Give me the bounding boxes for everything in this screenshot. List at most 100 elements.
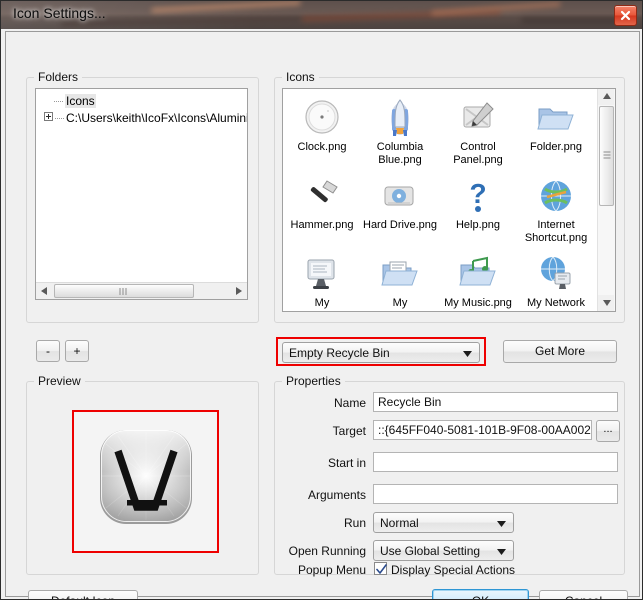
my-music-icon (457, 253, 499, 295)
chevron-down-icon (497, 549, 506, 555)
icon-list-item[interactable]: My Document... (361, 249, 439, 311)
tree-item-label: C:\Users\keith\IcoFx\Icons\Aluminium I (66, 111, 248, 125)
tree-line-icon (54, 101, 63, 102)
clock-icon (301, 97, 343, 139)
tree-horizontal-scrollbar[interactable] (36, 282, 247, 299)
icon-list-item-label: Internet Shortcut.png (524, 219, 588, 244)
icon-list-item-label: Columbia Blue.png (376, 141, 424, 166)
target-field[interactable]: ::{645FF040-5081-101B-9F08-00AA002F95 (373, 420, 592, 440)
icon-list-item-label: My Music.png (444, 297, 512, 309)
icon-list-item[interactable]: ? Help.png (439, 171, 517, 249)
icons-list[interactable]: Clock.png Columbia Blue.png Control Panel.… (282, 88, 616, 312)
remove-folder-button[interactable]: - (36, 340, 60, 362)
display-special-actions-checkbox[interactable] (374, 562, 387, 575)
grip-icon (119, 288, 127, 295)
tree-line-icon (55, 118, 64, 119)
my-computer-icon (301, 253, 343, 295)
triangle-right-glyph (236, 287, 242, 295)
target-label: Target (332, 424, 366, 438)
close-icon[interactable] (614, 5, 637, 26)
special-action-dropdown[interactable]: Empty Recycle Bin (282, 342, 480, 363)
scroll-right-icon[interactable] (231, 283, 247, 299)
chevron-down-icon (497, 521, 506, 527)
icon-list-item[interactable]: My Music.png (439, 249, 517, 311)
tree-item-icons[interactable]: Icons (54, 94, 96, 112)
icons-vertical-scrollbar[interactable] (597, 89, 615, 311)
icon-list-item-label: My Network Places.png (526, 297, 586, 311)
dialog-client-area: Folders Icons C:\Users\keith\IcoFx\Icons… (5, 31, 640, 599)
icon-list-item-label: Hammer.png (290, 219, 354, 231)
start-in-field[interactable] (373, 452, 618, 472)
icon-list-item-label: My Computer.... (292, 297, 352, 311)
my-documents-icon (379, 253, 421, 295)
window-title: Icon Settings... (13, 5, 106, 21)
popup-menu-label: Popup Menu (297, 563, 366, 577)
network-places-icon (535, 253, 577, 295)
help-icon: ? (457, 175, 499, 217)
scroll-left-icon[interactable] (36, 283, 52, 299)
tree-item-folder-path[interactable]: C:\Users\keith\IcoFx\Icons\Aluminium I (44, 111, 248, 129)
recycle-bin-icon-art (100, 430, 192, 524)
icons-group-title: Icons (282, 70, 319, 84)
icon-list-item[interactable]: Control Panel.png (439, 93, 517, 171)
scroll-down-icon[interactable] (598, 295, 614, 311)
folder-icon (535, 97, 577, 139)
properties-group-title: Properties (282, 374, 345, 388)
icon-list-item[interactable]: Columbia Blue.png (361, 93, 439, 171)
name-field[interactable]: Recycle Bin (373, 392, 618, 412)
icon-list-item[interactable]: My Computer.... (283, 249, 361, 311)
special-action-value: Empty Recycle Bin (289, 346, 390, 360)
hard-drive-icon (379, 175, 421, 217)
display-special-actions-label: Display Special Actions (391, 563, 516, 577)
folders-group-title: Folders (34, 70, 83, 84)
icon-list-item[interactable]: Internet Shortcut.png (517, 171, 595, 249)
icon-list-item[interactable]: Hammer.png (283, 171, 361, 249)
open-running-dropdown[interactable]: Use Global Setting (373, 540, 514, 561)
start-in-label: Start in (327, 456, 366, 470)
scrollbar-thumb[interactable] (54, 284, 194, 298)
icons-grid: Clock.png Columbia Blue.png Control Panel.… (283, 93, 598, 311)
triangle-down-glyph (603, 300, 611, 306)
icon-list-item[interactable]: Hard Drive.png (361, 171, 439, 249)
icon-list-item-label: Hard Drive.png (363, 219, 437, 231)
arguments-label: Arguments (307, 488, 366, 502)
icon-list-item[interactable]: My Network Places.png (517, 249, 595, 311)
run-dropdown[interactable]: Normal (373, 512, 514, 533)
arguments-field[interactable] (373, 484, 618, 504)
shuttle-icon (379, 97, 421, 139)
grip-icon (603, 151, 610, 159)
ok-button[interactable]: OK (432, 589, 529, 599)
icon-list-item-label: Help.png (455, 219, 501, 231)
folders-tree[interactable]: Icons C:\Users\keith\IcoFx\Icons\Alumini… (35, 88, 248, 300)
close-x-glyph (620, 10, 631, 21)
icons-group: Icons Clock.png Columbia Blue.png Control … (274, 70, 625, 323)
preview-group-title: Preview (34, 374, 85, 388)
icon-list-item[interactable]: Clock.png (283, 93, 361, 171)
chevron-down-icon (463, 351, 472, 357)
wallpaper-streak (150, 1, 302, 13)
icon-settings-dialog: Icon Settings... Folders Icons C:\Users\… (0, 0, 643, 600)
icon-list-item[interactable]: Folder.png (517, 93, 595, 171)
open-running-label: Open Running (288, 544, 366, 558)
triangle-left-glyph (41, 287, 47, 295)
triangle-up-glyph (603, 93, 611, 99)
run-value: Normal (380, 516, 419, 530)
expand-plus-icon[interactable] (44, 112, 53, 121)
icon-list-item-label: Clock.png (297, 141, 347, 153)
browse-target-button[interactable]: ... (596, 420, 620, 442)
scrollbar-thumb[interactable] (599, 106, 614, 206)
icon-list-item-label: Control Panel.png (453, 141, 503, 166)
open-running-value: Use Global Setting (380, 544, 481, 558)
folders-group: Folders Icons C:\Users\keith\IcoFx\Icons… (26, 70, 259, 323)
add-folder-button[interactable]: + (65, 340, 89, 362)
special-action-highlight: Empty Recycle Bin (276, 337, 486, 366)
tree-item-label: Icons (65, 94, 96, 108)
icon-list-item-label: Folder.png (530, 141, 582, 153)
scroll-up-icon[interactable] (598, 89, 614, 105)
hammer-icon (301, 175, 343, 217)
default-icon-button[interactable]: Default Icon (28, 590, 138, 599)
control-panel-icon (457, 97, 499, 139)
globe-icon (535, 175, 577, 217)
get-more-button[interactable]: Get More (503, 340, 617, 363)
cancel-button[interactable]: Cancel (539, 590, 628, 599)
